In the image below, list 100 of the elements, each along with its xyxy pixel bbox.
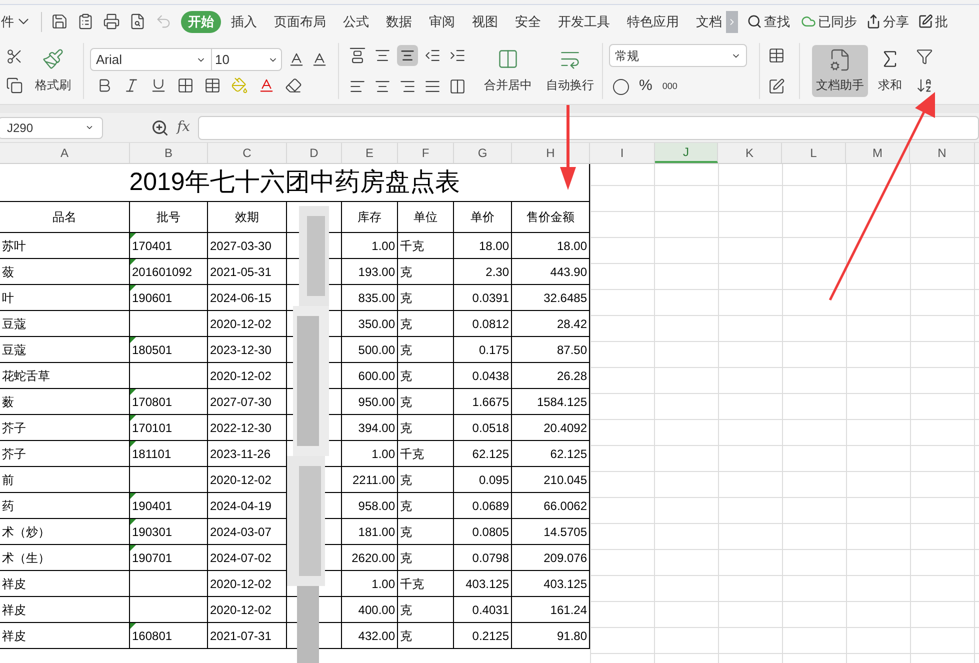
column-header[interactable]: A (0, 143, 130, 163)
ribbon-tab[interactable]: 插入 (224, 10, 264, 32)
column-header[interactable]: F (398, 143, 454, 163)
table-cell-text: 1.00 (372, 238, 395, 254)
format-painter-button[interactable]: 格式刷 (35, 48, 71, 94)
preview-icon[interactable] (129, 13, 146, 30)
table-cell-text: 术（生） (2, 550, 50, 566)
indent-decrease-icon[interactable] (424, 47, 441, 64)
column-header[interactable]: J (655, 143, 718, 163)
name-box[interactable]: J290 (0, 116, 103, 138)
table-cell-text: 0.175 (478, 342, 509, 358)
table-cell-text: 18.00 (478, 238, 509, 254)
table-cell-text: 950.00 (358, 394, 395, 410)
table-cell-text: 190301 (132, 524, 172, 540)
clipboard-icon[interactable] (77, 13, 94, 30)
align-middle-icon[interactable] (374, 47, 391, 64)
ribbon-tab[interactable]: 开发工具 (551, 10, 617, 32)
wrap-text-button[interactable]: 自动换行 (546, 48, 594, 94)
formula-field[interactable] (198, 116, 979, 140)
clear-icon[interactable] (285, 77, 302, 94)
column-header[interactable]: N (910, 143, 975, 163)
file-menu[interactable]: 件 (1, 12, 14, 32)
table-cell-text: 克 (400, 316, 412, 332)
indent-increase-icon[interactable] (449, 47, 466, 64)
font-color-icon[interactable] (258, 77, 275, 94)
table-cell-text: 1.00 (372, 576, 395, 592)
fx-label[interactable]: fx (177, 117, 190, 138)
borders-icon[interactable] (177, 77, 194, 94)
cut-icon[interactable] (6, 48, 23, 65)
table-cell-text: 835.00 (358, 290, 395, 306)
pen-icon (918, 14, 933, 29)
fill-color-icon[interactable] (231, 77, 248, 94)
underline-icon[interactable] (150, 77, 167, 94)
table-cell-text: 20.4092 (544, 420, 587, 436)
number-format-field[interactable]: 常规 (609, 44, 747, 68)
ribbon-tab[interactable]: 文档 (689, 10, 729, 32)
save-icon[interactable] (51, 13, 68, 30)
cell-style-icon[interactable] (204, 77, 221, 94)
justify-icon[interactable] (424, 78, 441, 95)
table-cell-text: 2020-12-02 (210, 368, 272, 384)
search-button[interactable]: 查找 (747, 12, 790, 32)
align-bottom-icon (400, 48, 415, 63)
share-button[interactable]: 分享 (866, 12, 909, 32)
table-cell-text: 豆蔻 (2, 316, 26, 332)
table-cell-text: 0.0391 (472, 290, 509, 306)
align-bottom-button[interactable] (397, 45, 418, 66)
column-header[interactable]: L (782, 143, 846, 163)
table-cell-text: 千克 (400, 238, 424, 254)
table-cell-text: 500.00 (358, 342, 395, 358)
table-cell-text: 克 (400, 342, 412, 358)
document-assistant-button[interactable]: 文档助手 (812, 45, 868, 97)
table-cell-text: 181.00 (358, 524, 395, 540)
table-cell-text: 2024-07-02 (210, 550, 272, 566)
zoom-icon[interactable] (151, 118, 169, 136)
sheet-title: 2019年七十六团中药房盘点表 (129, 166, 460, 198)
column-header[interactable]: B (130, 143, 208, 163)
copy-icon[interactable] (6, 77, 23, 94)
print-icon[interactable] (103, 13, 120, 30)
column-header[interactable]: E (342, 143, 398, 163)
table-cell-text: 170101 (132, 420, 172, 436)
align-top-icon[interactable] (349, 47, 366, 64)
table-cell-text: 0.0798 (472, 550, 509, 566)
align-right-icon[interactable] (399, 78, 416, 95)
table-cell-text: 0.0689 (472, 498, 509, 514)
ribbon-tab[interactable]: 特色应用 (620, 10, 686, 32)
ribbon-tab[interactable]: 页面布局 (267, 10, 333, 32)
table-cell-text: 术（炒） (2, 524, 50, 540)
sort-icon[interactable] (916, 77, 933, 94)
column-title: 效期 (235, 209, 259, 226)
align-center-icon[interactable] (374, 78, 391, 95)
column-header[interactable]: C (208, 143, 287, 163)
review-button[interactable]: 批 (918, 12, 948, 32)
column-header[interactable]: D (287, 143, 342, 163)
align-left-icon[interactable] (349, 78, 366, 95)
table-cell-text: 87.50 (556, 342, 587, 358)
filter-icon[interactable] (916, 48, 933, 65)
column-header[interactable]: G (454, 143, 512, 163)
ribbon-tab[interactable]: 公式 (336, 10, 376, 32)
ribbon-tab[interactable]: 审阅 (422, 10, 462, 32)
table-cell-text: 2021-07-31 (210, 628, 272, 644)
sum-button[interactable]: 求和 (878, 48, 902, 94)
ribbon-tab[interactable]: 安全 (508, 10, 548, 32)
column-header[interactable]: H (512, 143, 590, 163)
table-cell-text: 千克 (400, 576, 424, 592)
distribute-icon[interactable] (449, 78, 466, 95)
table-cell-text: 祥皮 (2, 628, 26, 644)
table-cell-text: 花蛇舌草 (2, 368, 50, 384)
table-style-icon[interactable] (768, 47, 785, 64)
cell-edit-icon[interactable] (768, 78, 785, 95)
percent-button[interactable]: % (639, 75, 652, 98)
italic-icon[interactable] (123, 77, 140, 94)
thousands-button[interactable]: 000 (662, 80, 678, 94)
sync-button[interactable]: 已同步 (801, 12, 857, 32)
merge-center-button[interactable]: 合并居中 (484, 48, 532, 94)
column-header[interactable]: K (718, 143, 782, 163)
ribbon-tab[interactable]: 视图 (465, 10, 505, 32)
table-cell-text: 193.00 (358, 264, 395, 280)
ribbon-tab[interactable]: 数据 (379, 10, 419, 32)
column-header[interactable]: M (846, 143, 910, 163)
table-cell-text: 2027-03-30 (210, 238, 272, 254)
